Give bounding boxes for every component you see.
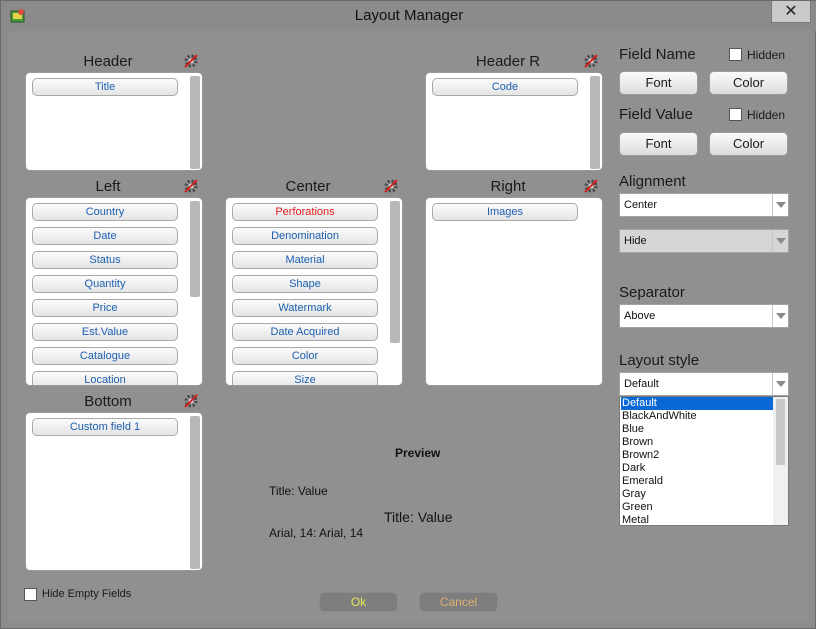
layout-manager-window: Layout Manager ✕ Header Title Header R C… [0,0,816,629]
cancel-button[interactable]: Cancel [419,592,498,612]
list-item[interactable]: Catalogue [32,347,178,365]
chevron-down-icon[interactable] [772,305,788,327]
list-item[interactable]: Color [232,347,378,365]
hide-empty-fields-label: Hide Empty Fields [42,588,132,600]
scrollbar[interactable] [190,76,200,169]
list-item[interactable]: Date Acquired [232,323,378,341]
alignment-label: Alignment [619,173,686,190]
list-item[interactable]: Material [232,251,378,269]
chevron-down-icon[interactable] [772,230,788,252]
scrollbar[interactable] [190,201,200,384]
field-value-color-button[interactable]: Color [709,132,788,156]
list-item[interactable]: Status [32,251,178,269]
list-item[interactable]: Est.Value [32,323,178,341]
right-list[interactable]: Images [425,197,603,386]
left-label: Left [95,178,121,195]
list-item[interactable]: Shape [232,275,378,293]
field-name-label: Field Name [619,46,696,63]
alignment-hide-select[interactable]: Hide [619,229,789,253]
field-name-hidden-label: Hidden [747,48,786,62]
list-item[interactable]: Size [232,371,378,385]
layout-style-value: Default [624,378,659,390]
scrollbar[interactable] [773,397,788,525]
separator-value: Above [624,310,656,322]
chevron-down-icon[interactable] [772,373,788,395]
list-item[interactable]: Perforations [232,203,378,221]
header-settings-icon[interactable] [182,52,200,70]
list-item[interactable]: Location [32,371,178,385]
scrollbar[interactable] [390,201,400,384]
close-icon: ✕ [784,2,798,20]
field-name-hidden-checkbox[interactable] [729,48,742,61]
list-item[interactable]: Date [32,227,178,245]
preview-font-info: Arial, 14: Arial, 14 [269,526,364,540]
title-bar[interactable]: Layout Manager ✕ [1,1,816,31]
chevron-down-icon[interactable] [772,194,788,216]
header-r-settings-icon[interactable] [582,52,600,70]
field-name-font-button[interactable]: Font [619,71,698,95]
dropdown-option[interactable]: Default [621,397,773,410]
left-settings-icon[interactable] [182,177,200,195]
list-item[interactable]: Denomination [232,227,378,245]
list-item[interactable]: Code [432,78,578,96]
separator-label: Separator [619,284,685,301]
list-item[interactable]: Watermark [232,299,378,317]
list-item[interactable]: Country [32,203,178,221]
preview-field-name: Title: Value [269,484,328,498]
right-settings-icon[interactable] [582,177,600,195]
hide-empty-fields-checkbox[interactable] [24,588,37,601]
list-item[interactable]: Price [32,299,178,317]
dropdown-option[interactable]: Green [621,501,773,514]
list-item[interactable]: Quantity [32,275,178,293]
separator-select[interactable]: Above [619,304,789,328]
layout-style-dropdown[interactable]: Default BlackAndWhite Blue Brown Brown2 … [619,396,789,526]
dropdown-option[interactable]: Dark [621,462,773,475]
close-button[interactable]: ✕ [771,1,811,23]
alignment-value: Center [624,199,658,211]
list-item[interactable]: Title [32,78,178,96]
dropdown-option[interactable]: Emerald [621,475,773,488]
scrollbar[interactable] [190,416,200,569]
preview-field-value: Title: Value [384,509,453,525]
dropdown-option[interactable]: Brown2 [621,449,773,462]
layout-style-label: Layout style [619,352,700,369]
right-label: Right [490,178,526,195]
field-name-color-button[interactable]: Color [709,71,788,95]
scrollbar[interactable] [590,76,600,169]
list-item[interactable]: Images [432,203,578,221]
bottom-list[interactable]: Custom field 1 [25,412,203,571]
dropdown-option[interactable]: Gray [621,488,773,501]
dropdown-option[interactable]: BlackAndWhite [621,410,773,423]
dropdown-option[interactable]: Metal [621,514,773,525]
left-list[interactable]: Country Date Status Quantity Price Est.V… [25,197,203,386]
field-value-hidden-checkbox[interactable] [729,108,742,121]
ok-button[interactable]: Ok [319,592,398,612]
bottom-settings-icon[interactable] [182,392,200,410]
field-value-label: Field Value [619,106,693,123]
center-settings-icon[interactable] [382,177,400,195]
header-r-list[interactable]: Code [425,72,603,171]
preview-label: Preview [395,446,441,460]
list-item[interactable]: Custom field 1 [32,418,178,436]
center-label: Center [285,178,331,195]
dropdown-option[interactable]: Brown [621,436,773,449]
window-title: Layout Manager [354,7,464,24]
alignment-hide-value: Hide [624,235,647,247]
header-list[interactable]: Title [25,72,203,171]
dropdown-option[interactable]: Blue [621,423,773,436]
layout-style-select[interactable]: Default [619,372,789,396]
center-list[interactable]: Perforations Denomination Material Shape… [225,197,403,386]
header-r-label: Header R [475,53,541,70]
field-value-hidden-label: Hidden [747,108,786,122]
field-value-font-button[interactable]: Font [619,132,698,156]
bottom-label: Bottom [84,393,132,410]
alignment-select[interactable]: Center [619,193,789,217]
header-label: Header [83,53,133,70]
